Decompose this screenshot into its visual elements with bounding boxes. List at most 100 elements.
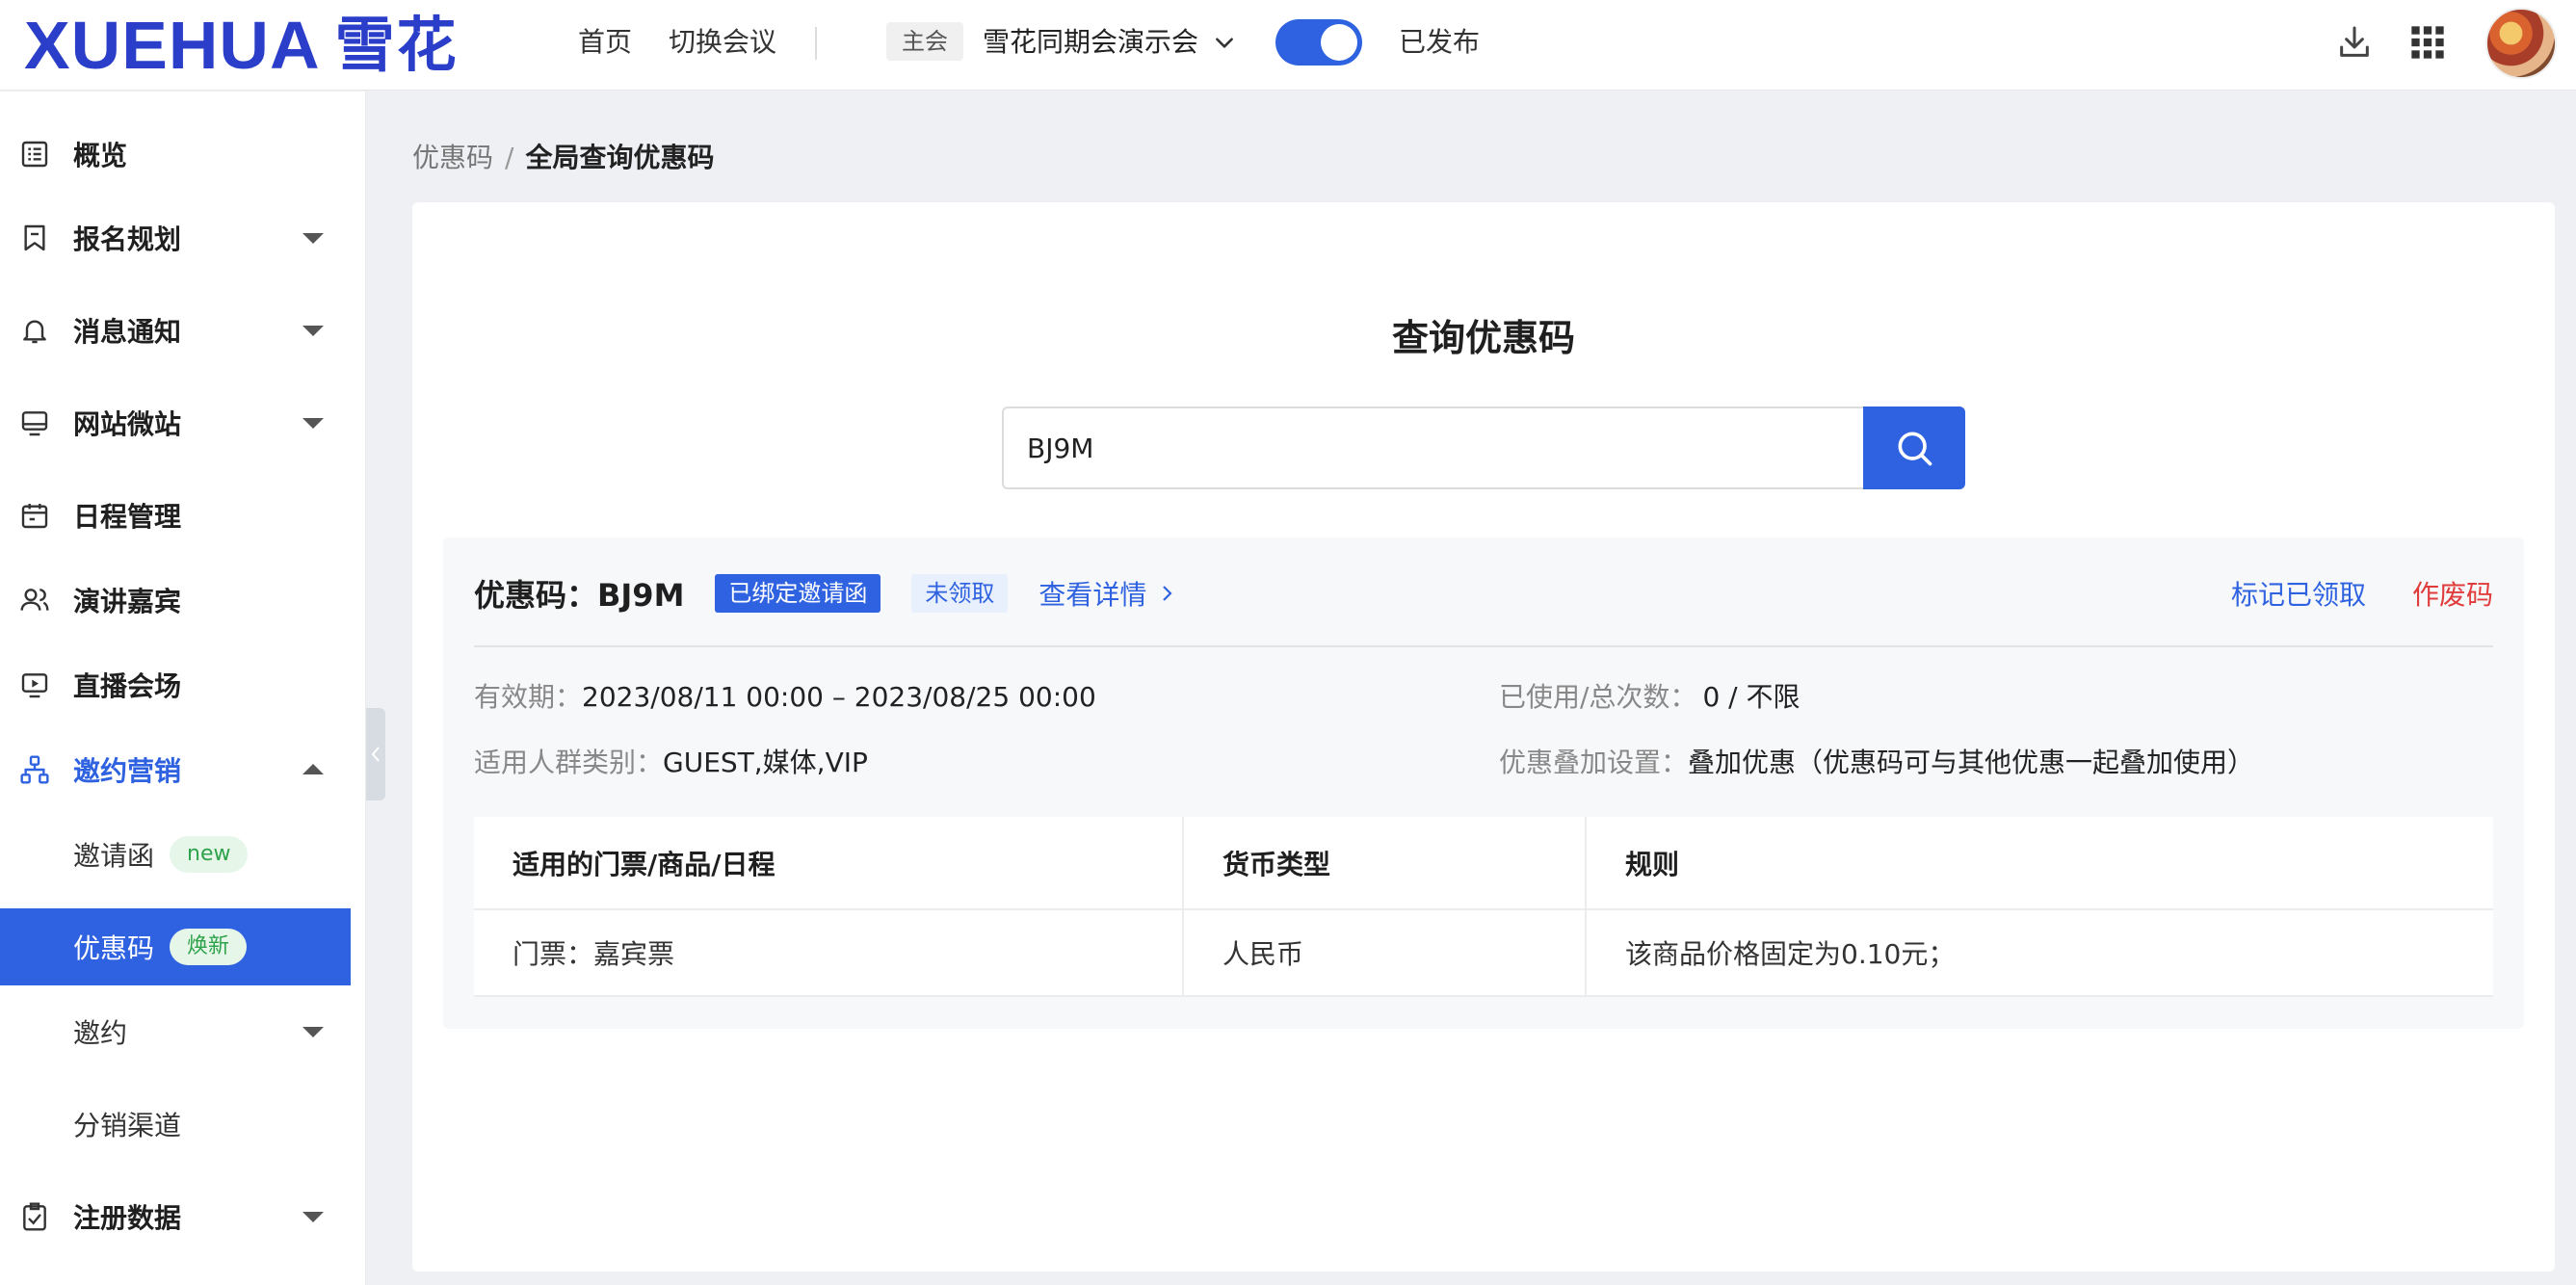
main-panel: 查询优惠码 优惠码：BJ9M 已绑定邀请函 未领取 查看详情 标记已领取 作废码…: [412, 202, 2555, 1272]
overview-icon: [17, 137, 52, 171]
search-button[interactable]: [1863, 406, 1965, 489]
bell-icon: [17, 313, 52, 348]
sidebar-item-label: 概览: [73, 140, 128, 171]
sidebar-item-overview[interactable]: 概览: [0, 116, 351, 193]
caret-down-icon: [302, 326, 324, 336]
void-code-button[interactable]: 作废码: [2412, 574, 2493, 613]
refresh-badge: 焕新: [170, 929, 248, 965]
sidebar-item-schedule[interactable]: 日程管理: [0, 477, 351, 554]
sidebar-item-registration-plan[interactable]: 报名规划: [0, 199, 351, 276]
validity-label: 有效期：: [474, 681, 583, 713]
sidebar-item-notifications[interactable]: 消息通知: [0, 292, 351, 369]
applicable-rules-table: 适用的门票/商品/日程 货币类型 规则 门票：嘉宾票 人民币 该商品价格固定为0…: [474, 817, 2493, 997]
audience-value: GUEST,媒体,VIP: [663, 747, 868, 778]
chevron-left-icon: [371, 747, 380, 762]
usage-value: 0 / 不限: [1702, 681, 1801, 713]
conference-selector[interactable]: 雪花同期会演示会: [983, 21, 1237, 64]
sidebar-item-label: 演讲嘉宾: [73, 586, 182, 617]
stacking-value: 叠加优惠（优惠码可与其他优惠一起叠加使用）: [1688, 747, 2255, 778]
search-icon: [1898, 432, 1932, 466]
chevron-right-icon: [1163, 586, 1172, 601]
sidebar-item-label: 注册数据: [73, 1202, 182, 1234]
sidebar-item-label: 报名规划: [73, 223, 182, 255]
sidebar: 概览 报名规划 消息通知 网站微站 日程管理 演讲嘉宾 直播会场 邀约营销 邀请…: [0, 92, 366, 1285]
usage-info: 已使用/总次数： 0 / 不限: [1499, 676, 1801, 719]
sidebar-collapse-handle[interactable]: [366, 708, 385, 800]
play-icon: [17, 668, 52, 702]
nav-home-link[interactable]: 首页: [578, 21, 632, 64]
breadcrumb-current: 全局查询优惠码: [525, 142, 715, 173]
page-title: 查询优惠码: [1391, 317, 1575, 359]
sidebar-subitem-label: 分销渠道: [73, 1110, 182, 1141]
validity-value: 2023/08/11 00:00 – 2023/08/25 00:00: [582, 681, 1096, 713]
caret-down-icon: [302, 1212, 324, 1222]
sidebar-item-website[interactable]: 网站微站: [0, 384, 351, 461]
user-avatar[interactable]: [2485, 8, 2557, 79]
column-header-currency: 货币类型: [1183, 817, 1587, 910]
validity-info: 有效期： 2023/08/11 00:00 – 2023/08/25 00:00: [474, 676, 1096, 719]
breadcrumb-separator: /: [505, 142, 514, 173]
stacking-label: 优惠叠加设置：: [1499, 747, 1689, 778]
view-detail-link[interactable]: 查看详情: [1038, 574, 1175, 613]
sidebar-item-registration-data[interactable]: 注册数据: [0, 1178, 351, 1255]
sidebar-subitem-invite[interactable]: 邀约: [0, 993, 351, 1070]
caret-up-icon: [302, 764, 324, 774]
sidebar-item-label: 邀约营销: [73, 755, 182, 787]
clipboard-check-icon: [17, 1199, 52, 1234]
logo-cjk-text: 雪花: [334, 10, 459, 80]
caret-down-icon: [302, 233, 324, 244]
result-actions: 标记已领取 作废码: [2231, 564, 2493, 622]
download-button[interactable]: [2331, 19, 2378, 66]
sidebar-item-label: 日程管理: [73, 501, 182, 533]
claim-status-tag: 未领取: [911, 574, 1009, 613]
sidebar-subitem-label: 邀请函: [73, 840, 155, 872]
toggle-knob: [1321, 24, 1357, 61]
sidebar-item-live[interactable]: 直播会场: [0, 646, 351, 723]
table-cell-currency: 人民币: [1183, 909, 1587, 997]
logo-text: XUEHUA: [23, 8, 321, 83]
sidebar-subitem-coupon-code[interactable]: 优惠码 焕新: [0, 908, 351, 985]
sidebar-item-label: 网站微站: [73, 408, 182, 440]
bookmark-icon: [17, 221, 52, 255]
apps-grid-button[interactable]: [2405, 19, 2451, 66]
nav-switch-conference-link[interactable]: 切换会议: [669, 21, 776, 64]
table-cell-item: 门票：嘉宾票: [474, 909, 1184, 997]
column-header-item: 适用的门票/商品/日程: [474, 817, 1184, 910]
coupon-code-title: 优惠码：BJ9M: [474, 577, 685, 614]
sidebar-subitem-label: 邀约: [73, 1017, 128, 1049]
sidebar-item-speakers[interactable]: 演讲嘉宾: [0, 562, 351, 639]
download-icon: [2340, 26, 2369, 57]
coupon-result-card: 优惠码：BJ9M 已绑定邀请函 未领取 查看详情 标记已领取 作废码 有效期： …: [443, 538, 2524, 1029]
sidebar-subitem-label: 优惠码: [73, 932, 155, 964]
calendar-icon: [17, 498, 52, 533]
breadcrumb-parent-link[interactable]: 优惠码: [412, 137, 493, 179]
result-header: 优惠码：BJ9M 已绑定邀请函 未领取 查看详情 标记已领取 作废码: [474, 564, 2493, 622]
nav-divider: [815, 27, 817, 60]
users-icon: [17, 583, 52, 617]
apps-grid-icon: [2411, 26, 2444, 59]
coupon-search-input[interactable]: [1002, 406, 1863, 489]
app-logo[interactable]: XUEHUA 雪花: [23, 8, 459, 83]
result-divider: [474, 645, 2493, 647]
top-bar: XUEHUA 雪花 首页 切换会议 主会 雪花同期会演示会 已发布: [0, 0, 2576, 91]
audience-label: 适用人群类别：: [474, 747, 664, 778]
sidebar-subitem-invitation-letter[interactable]: 邀请函 new: [0, 816, 351, 893]
publish-status: 已发布: [1399, 26, 1481, 58]
table-header-row: 适用的门票/商品/日程 货币类型 规则: [474, 817, 2493, 910]
sidebar-subitem-distribution[interactable]: 分销渠道: [0, 1086, 351, 1163]
conference-name: 雪花同期会演示会: [983, 26, 1199, 58]
table-cell-rule: 该商品价格固定为0.10元；: [1586, 909, 2493, 997]
main-conference-tag: 主会: [886, 22, 963, 61]
network-icon: [17, 752, 52, 787]
monitor-icon: [17, 406, 52, 440]
coupon-search: [1002, 406, 1965, 489]
sidebar-item-invitation-marketing[interactable]: 邀约营销: [0, 731, 351, 808]
publish-toggle[interactable]: [1275, 19, 1362, 66]
mark-claimed-button[interactable]: 标记已领取: [2231, 574, 2366, 613]
view-detail-label: 查看详情: [1038, 579, 1147, 611]
caret-down-icon: [302, 1027, 324, 1037]
audience-info: 适用人群类别： GUEST,媒体,VIP: [474, 742, 868, 784]
bound-invitation-tag: 已绑定邀请函: [715, 574, 881, 613]
column-header-rule: 规则: [1586, 817, 2493, 910]
table-row: 门票：嘉宾票 人民币 该商品价格固定为0.10元；: [474, 909, 2493, 997]
